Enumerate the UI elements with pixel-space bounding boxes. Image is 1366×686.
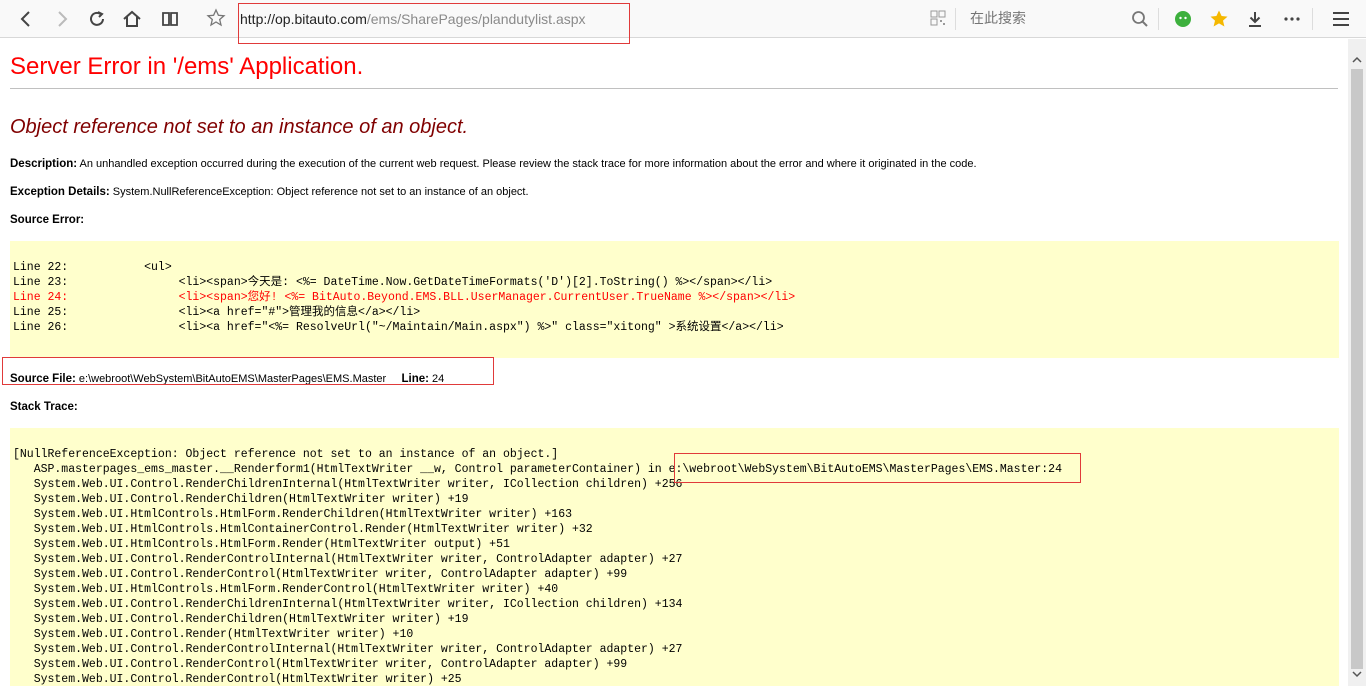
stack-line: System.Web.UI.HtmlControls.HtmlForm.Rend… (13, 583, 559, 596)
download-button[interactable] (1243, 7, 1267, 31)
stack-line: System.Web.UI.Control.RenderChildren(Htm… (13, 493, 469, 506)
vertical-scrollbar[interactable] (1348, 39, 1366, 686)
source-code-box: Line 22: <ul> Line 23: <li><span>今天是: <%… (10, 241, 1339, 358)
toolbar-separator (955, 8, 956, 30)
url-path: /ems/SharePages/plandutylist.aspx (366, 11, 586, 27)
stack-line: System.Web.UI.HtmlControls.HtmlContainer… (13, 523, 593, 536)
stack-line: System.Web.UI.Control.RenderChildrenInte… (13, 598, 683, 611)
source-line: Line 22: <ul> (13, 261, 172, 274)
source-file-label: Source File: (10, 373, 76, 385)
menu-button[interactable] (1329, 7, 1353, 31)
more-button[interactable] (1280, 7, 1304, 31)
stack-line: System.Web.UI.HtmlControls.HtmlForm.Rend… (13, 538, 510, 551)
star-icon (1210, 10, 1228, 27)
search-icon (1132, 11, 1148, 27)
qr-icon (930, 10, 946, 26)
stack-line: System.Web.UI.Control.RenderControlInter… (13, 553, 683, 566)
source-line-error: Line 24: <li><span>您好! <%= BitAuto.Beyon… (13, 291, 796, 304)
browser-toolbar: http://op.bitauto.com/ems/SharePages/pla… (0, 0, 1366, 44)
favorites-button[interactable] (1207, 7, 1231, 31)
stack-line: System.Web.UI.Control.Render(HtmlTextWri… (13, 628, 414, 641)
stack-line: System.Web.UI.Control.RenderControlInter… (13, 643, 683, 656)
title-divider (10, 88, 1338, 89)
exception-label: Exception Details: (10, 186, 110, 198)
url-host: http://op.bitauto.com (240, 11, 367, 27)
reader-icon (162, 12, 178, 26)
wechat-icon (1175, 11, 1191, 27)
wechat-button[interactable] (1171, 7, 1195, 31)
qr-code-button[interactable] (930, 10, 946, 31)
download-icon (1249, 12, 1261, 27)
more-icon (1284, 17, 1300, 21)
stack-line: System.Web.UI.Control.RenderChildrenInte… (13, 478, 683, 491)
source-error-label: Source Error: (10, 214, 85, 226)
stack-trace-heading: Stack Trace: (10, 401, 78, 413)
line-number: 24 (432, 373, 445, 385)
stack-line: System.Web.UI.Control.RenderControl(Html… (13, 673, 462, 686)
description-row: Description: An unhandled exception occu… (10, 158, 977, 170)
source-file-row: Source File: e:\webroot\WebSystem\BitAut… (10, 373, 444, 385)
reload-button[interactable] (85, 7, 109, 31)
address-bar[interactable]: http://op.bitauto.com/ems/SharePages/pla… (236, 4, 926, 34)
home-button[interactable] (120, 7, 144, 31)
search-input[interactable] (960, 4, 1150, 34)
stack-line: ASP.masterpages_ems_master.__Renderform1… (13, 463, 1062, 476)
stack-line: System.Web.UI.HtmlControls.HtmlForm.Rend… (13, 508, 572, 521)
stack-line: [NullReferenceException: Object referenc… (13, 448, 559, 461)
forward-button[interactable] (50, 7, 74, 31)
scroll-down-icon[interactable] (1352, 669, 1362, 679)
stack-trace-label: Stack Trace: (10, 401, 78, 413)
exception-details-row: Exception Details: System.NullReferenceE… (10, 186, 529, 198)
source-line: Line 25: <li><a href="#">管理我的信息</a></li> (13, 306, 421, 319)
reader-button[interactable] (158, 7, 182, 31)
line-label: Line: (401, 373, 429, 385)
page-title: Server Error in '/ems' Application. (10, 53, 364, 80)
menu-icon (1333, 12, 1349, 26)
source-line: Line 26: <li><a href="<%= ResolveUrl("~/… (13, 321, 784, 334)
stack-line: System.Web.UI.Control.RenderChildren(Htm… (13, 613, 469, 626)
source-file-path: e:\webroot\WebSystem\BitAutoEMS\MasterPa… (78, 373, 387, 385)
source-error-heading: Source Error: (10, 214, 84, 226)
bookmark-star-button[interactable] (206, 8, 226, 33)
error-message: Object reference not set to an instance … (10, 116, 469, 138)
home-icon (123, 10, 141, 27)
scroll-up-icon[interactable] (1352, 55, 1362, 65)
reload-icon (90, 11, 104, 26)
search-button[interactable] (1131, 10, 1149, 33)
forward-icon (58, 11, 68, 27)
star-outline-icon (206, 8, 226, 27)
exception-text: System.NullReferenceException: Object re… (112, 186, 529, 198)
toolbar-separator (1312, 8, 1313, 30)
description-text: An unhandled exception occurred during t… (79, 158, 977, 170)
scrollbar-thumb[interactable] (1351, 69, 1363, 669)
toolbar-separator (1158, 8, 1159, 30)
stack-trace-box: [NullReferenceException: Object referenc… (10, 428, 1339, 686)
stack-line: System.Web.UI.Control.RenderControl(Html… (13, 658, 628, 671)
back-icon (20, 11, 30, 27)
back-button[interactable] (14, 7, 38, 31)
description-label: Description: (10, 158, 78, 170)
source-line: Line 23: <li><span>今天是: <%= DateTime.Now… (13, 276, 773, 289)
page-content: Server Error in '/ems' Application. Obje… (0, 39, 1348, 686)
stack-line: System.Web.UI.Control.RenderControl(Html… (13, 568, 628, 581)
